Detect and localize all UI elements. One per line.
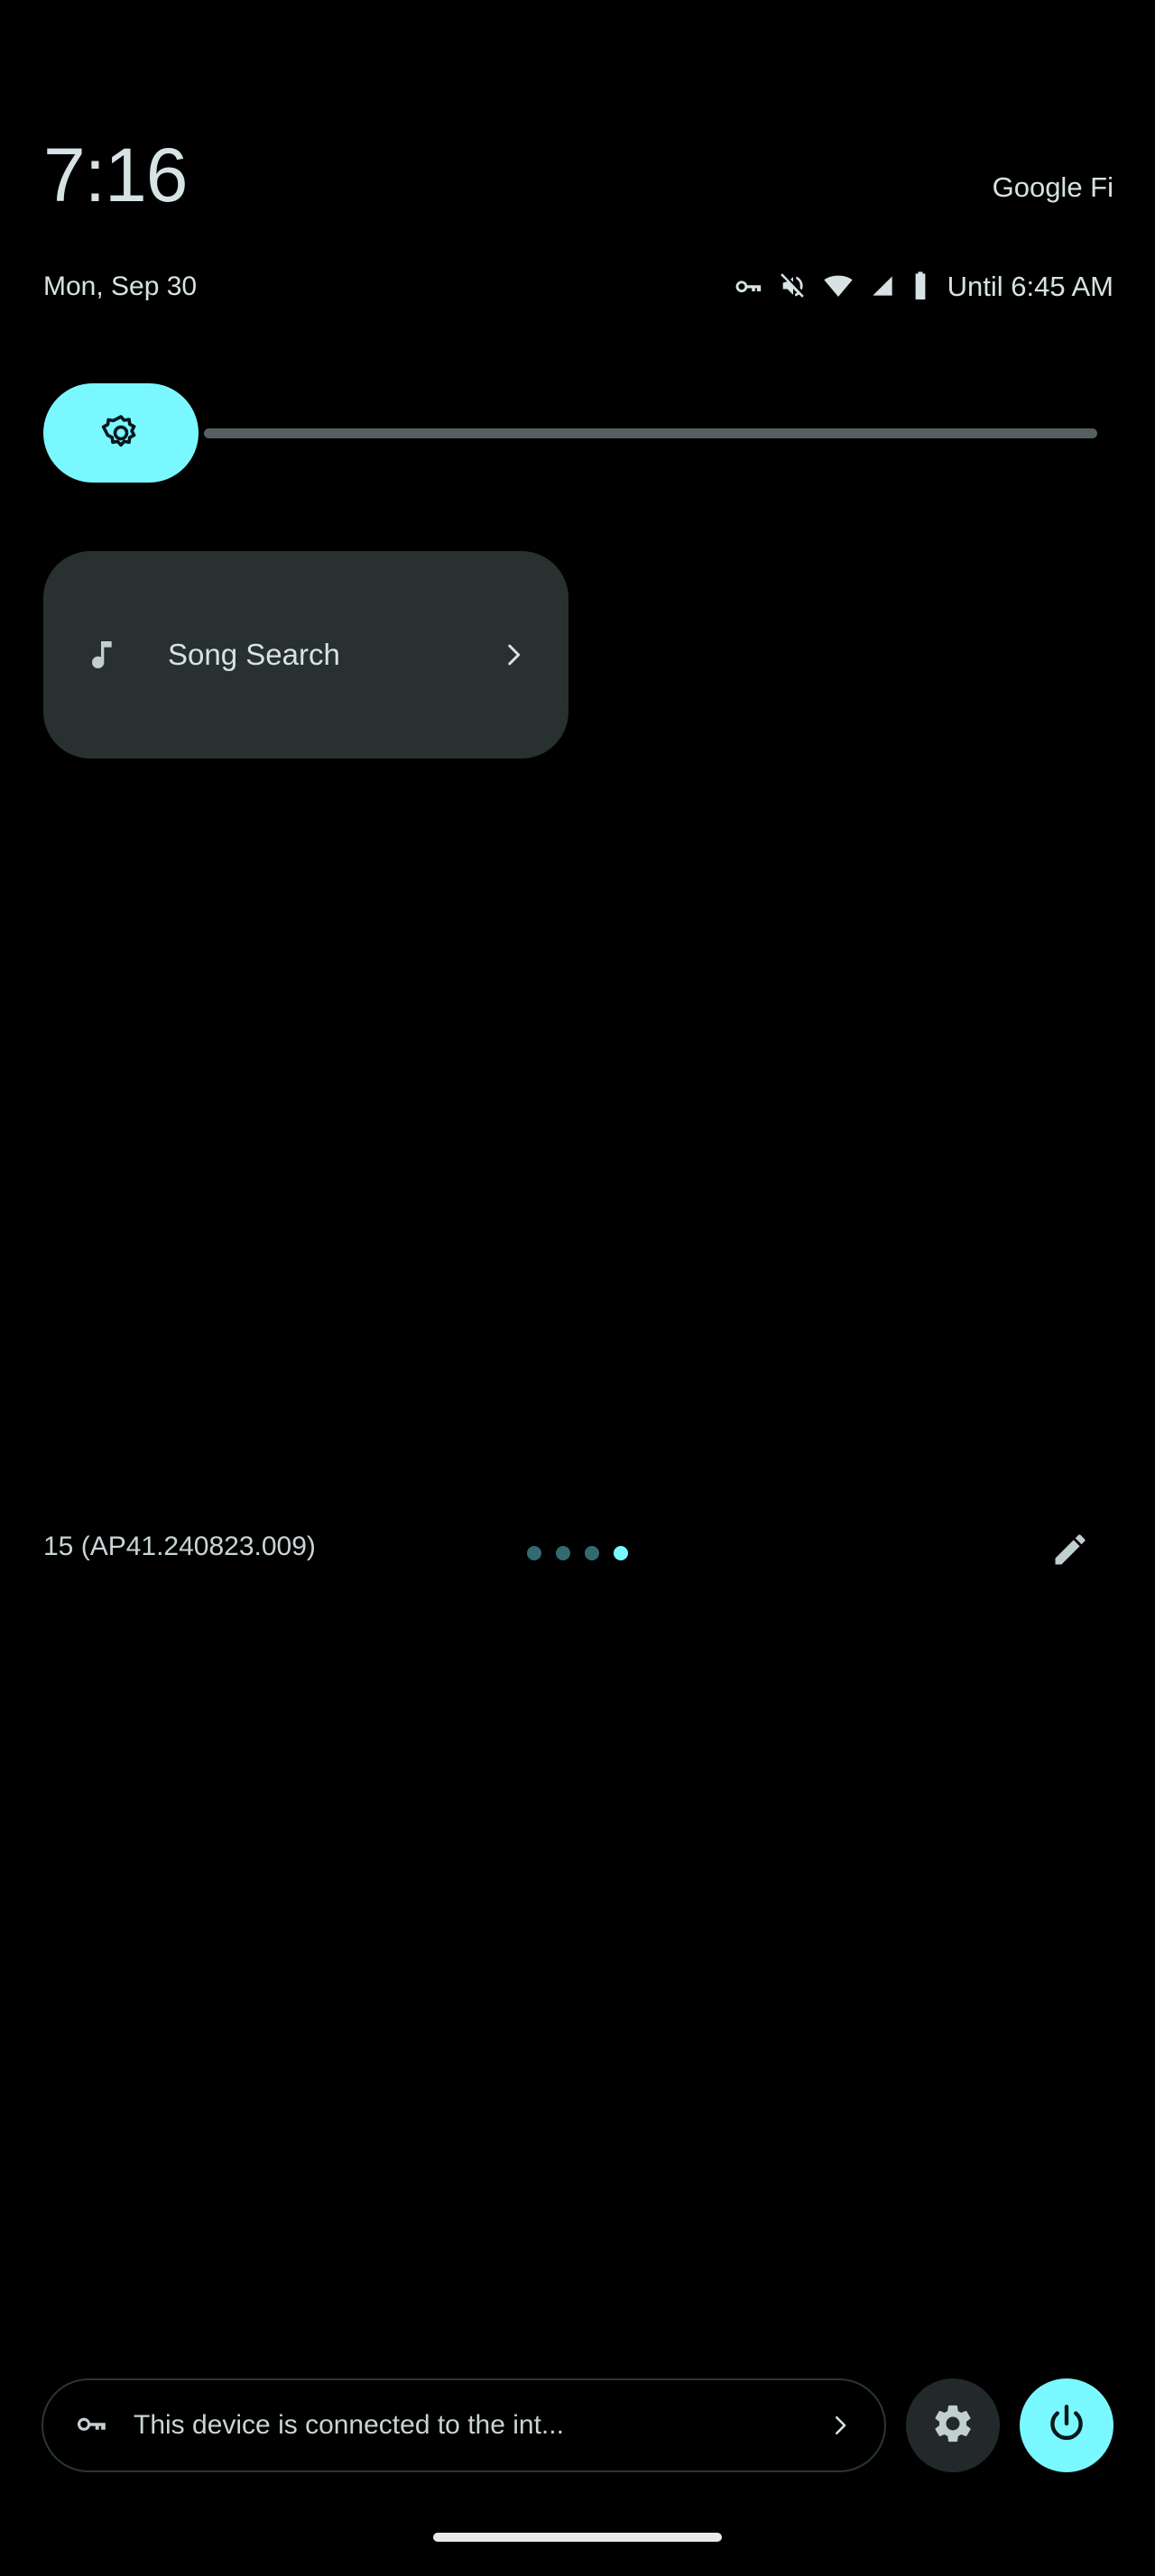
brightness-slider[interactable] — [43, 383, 1097, 483]
date-label[interactable]: Mon, Sep 30 — [43, 273, 197, 300]
chevron-right-icon[interactable] — [498, 639, 529, 670]
page-indicator-dots[interactable] — [0, 1546, 1155, 1560]
edit-pencil-icon — [1050, 1530, 1090, 1574]
settings-button[interactable] — [906, 2378, 1000, 2472]
tile-song-search[interactable]: Song Search — [43, 551, 568, 759]
page-dot-1[interactable] — [527, 1546, 541, 1560]
vpn-status-text: This device is connected to the int... — [134, 2410, 564, 2440]
chevron-right-icon[interactable] — [827, 2412, 854, 2439]
power-icon — [1044, 2401, 1089, 2451]
power-button[interactable] — [1020, 2378, 1113, 2472]
tile-song-search-label: Song Search — [168, 638, 340, 671]
home-indicator[interactable] — [433, 2533, 722, 2542]
bottom-action-bar: This device is connected to the int... — [0, 2376, 1155, 2475]
dnd-until-label: Until 6:45 AM — [947, 270, 1113, 302]
music-note-icon — [83, 634, 130, 676]
edit-tiles-button[interactable] — [1045, 1526, 1095, 1577]
page-dot-4[interactable] — [614, 1546, 628, 1560]
vpn-key-icon — [733, 271, 763, 301]
cellular-signal-icon — [868, 271, 897, 300]
status-header: 7:16 Google Fi Mon, Sep 30 Until 6:45 AM — [0, 0, 1155, 343]
battery-icon — [911, 271, 929, 301]
status-icon-row: Until 6:45 AM — [733, 267, 1113, 305]
carrier-label: Google Fi — [992, 171, 1113, 203]
clock[interactable]: 7:16 — [43, 137, 188, 213]
quick-settings-screen: 7:16 Google Fi Mon, Sep 30 Until 6:45 AM… — [0, 0, 1155, 2576]
page-dot-3[interactable] — [585, 1546, 599, 1560]
brightness-icon — [100, 412, 142, 454]
brightness-thumb[interactable] — [43, 383, 199, 483]
wifi-icon — [823, 271, 854, 301]
volume-off-icon — [778, 271, 808, 301]
gear-icon — [930, 2401, 975, 2451]
page-dot-2[interactable] — [556, 1546, 570, 1560]
vpn-status-chip[interactable]: This device is connected to the int... — [42, 2378, 886, 2472]
brightness-track[interactable] — [204, 428, 1097, 438]
vpn-key-icon — [74, 2406, 108, 2445]
